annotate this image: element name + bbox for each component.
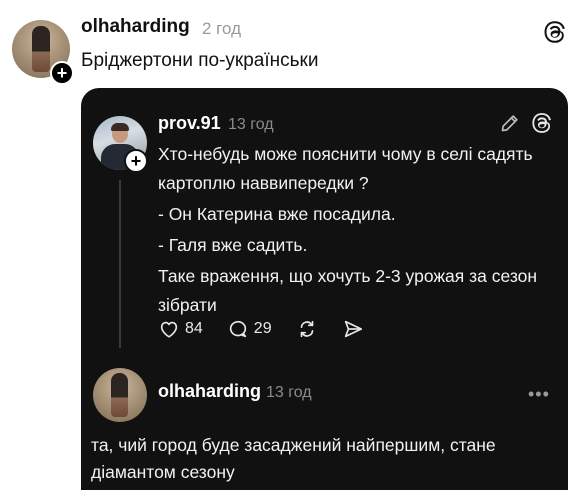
like-count: 84: [185, 320, 203, 337]
reply-timestamp: 13 год: [266, 384, 312, 401]
quoted-post-body: Хто-небудь може пояснити чому в селі сад…: [158, 140, 553, 322]
quoted-line: - Галя вже садить.: [158, 235, 308, 255]
quoted-timestamp: 13 год: [228, 116, 274, 133]
post-text: Бріджертони по-українськи: [81, 50, 319, 71]
thread-connector-line: [119, 180, 121, 348]
threads-logo-icon[interactable]: [543, 20, 567, 44]
quoted-line: Хто-небудь може пояснити чому в селі сад…: [158, 144, 533, 193]
heart-icon: [160, 321, 178, 338]
quoted-line: - Он Катерина вже посадила.: [158, 204, 396, 224]
thread-post: + olhaharding 2 год Бріджертони по-украї…: [0, 0, 584, 490]
reply-text: та, чий город буде засаджений найпершим,…: [91, 435, 496, 482]
post-timestamp: 2 год: [202, 19, 242, 38]
comment-count: 29: [253, 320, 272, 337]
author-username[interactable]: olhaharding: [81, 16, 190, 38]
avatar-hair: [111, 123, 129, 131]
avatar-figure: [111, 373, 128, 417]
comment-icon: [229, 320, 246, 338]
reply-author-avatar[interactable]: [93, 368, 147, 422]
reply-author-username[interactable]: olhaharding: [158, 381, 261, 402]
follow-plus-icon[interactable]: +: [124, 149, 148, 173]
quoted-line: Таке враження, що хочуть 2-3 урожая за с…: [158, 266, 538, 315]
repost-icon: [300, 320, 313, 338]
pencil-icon[interactable]: [499, 112, 521, 134]
like-button[interactable]: 84: [158, 318, 203, 340]
comment-button[interactable]: 29: [227, 318, 272, 340]
avatar-figure: [32, 26, 50, 72]
repost-button[interactable]: [296, 318, 318, 340]
share-button[interactable]: [342, 318, 364, 340]
quoted-author-username[interactable]: prov.91: [158, 113, 221, 134]
more-options-icon[interactable]: •••: [528, 384, 550, 405]
send-icon: [344, 320, 362, 338]
post-actions: 84 29: [158, 316, 388, 342]
quoted-post-card[interactable]: + prov.91 13 год Хто-небудь може пояснит…: [81, 88, 568, 490]
threads-logo-icon[interactable]: [531, 112, 553, 134]
follow-plus-icon[interactable]: +: [50, 61, 74, 85]
